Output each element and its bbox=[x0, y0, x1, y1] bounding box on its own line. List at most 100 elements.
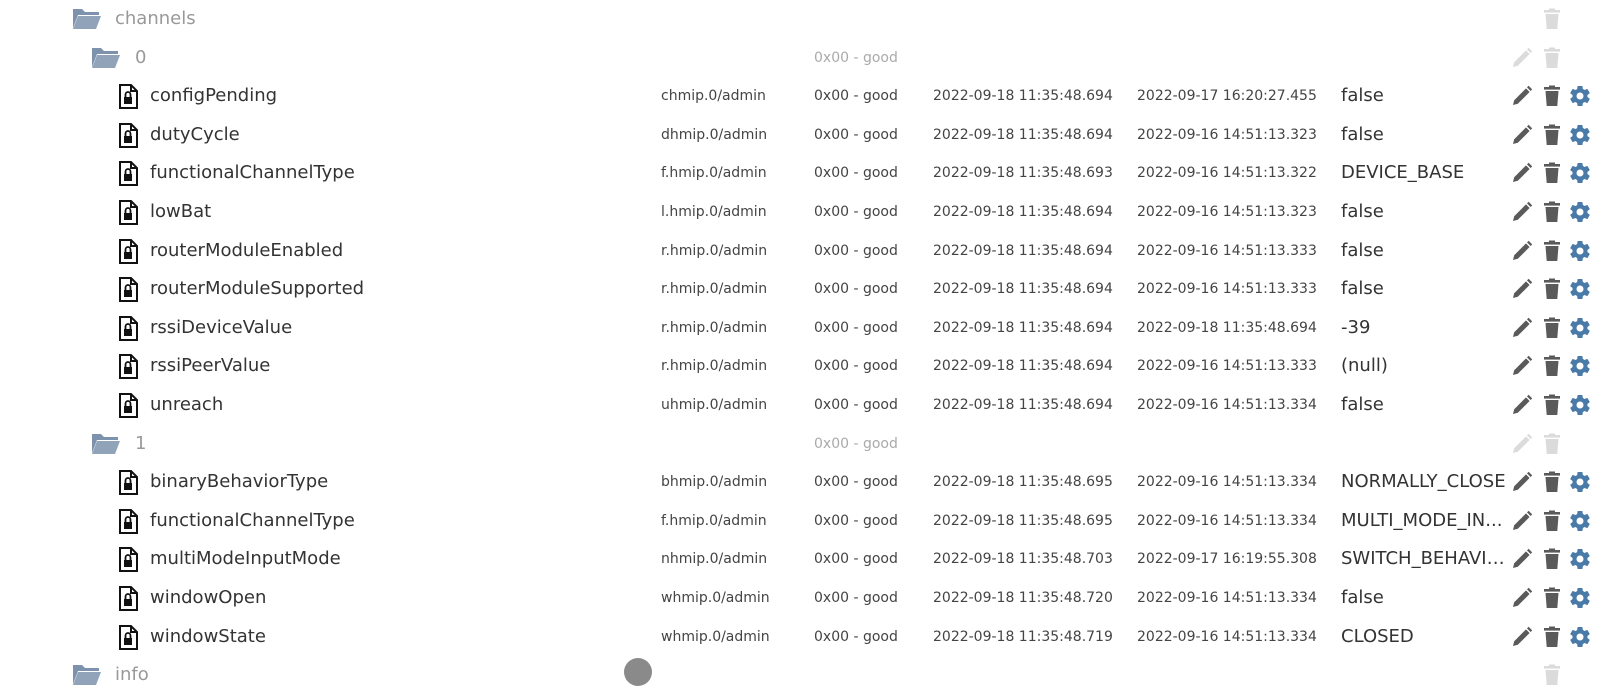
settings-gear-button[interactable] bbox=[1568, 239, 1592, 263]
state-row[interactable]: functionalChannelType f.hmip.0/admin 0x00 … bbox=[0, 154, 1612, 192]
settings-gear-button[interactable] bbox=[1568, 200, 1592, 224]
state-value[interactable]: CLOSED bbox=[1341, 618, 1509, 656]
state-row[interactable]: configPending chmip.0/admin 0x00 - good 202… bbox=[0, 77, 1612, 115]
edit-button[interactable] bbox=[1510, 200, 1534, 224]
scroll-indicator[interactable] bbox=[624, 658, 652, 686]
delete-button[interactable] bbox=[1540, 354, 1564, 378]
settings-gear-button[interactable] bbox=[1568, 354, 1592, 378]
settings-gear-button[interactable] bbox=[1568, 625, 1592, 649]
state-value[interactable]: false bbox=[1341, 386, 1509, 424]
settings-gear-button[interactable] bbox=[1568, 316, 1592, 340]
state-value[interactable]: -39 bbox=[1341, 309, 1509, 347]
folder-open-icon[interactable] bbox=[91, 45, 121, 69]
state-row[interactable]: routerModuleSupported r.hmip.0/admin 0x00 … bbox=[0, 270, 1612, 308]
folder-row[interactable]: channels bbox=[0, 0, 1612, 38]
delete-button[interactable] bbox=[1540, 547, 1564, 571]
quality-code: 0x00 - good bbox=[814, 590, 898, 606]
quality-code: 0x00 - good bbox=[814, 358, 898, 375]
delete-button[interactable] bbox=[1540, 123, 1564, 147]
delete-button[interactable] bbox=[1540, 393, 1564, 417]
delete-button[interactable] bbox=[1540, 84, 1564, 108]
state-value[interactable]: false bbox=[1341, 579, 1509, 617]
state-lock-file-icon bbox=[118, 122, 138, 148]
edit-button[interactable] bbox=[1510, 625, 1534, 649]
state-row[interactable]: multiModeInputMode nhmip.0/admin 0x00 - go… bbox=[0, 540, 1612, 578]
edit-button[interactable] bbox=[1510, 277, 1534, 301]
edit-button[interactable] bbox=[1510, 161, 1534, 185]
delete-button[interactable] bbox=[1540, 161, 1564, 185]
settings-gear-button[interactable] bbox=[1568, 161, 1592, 185]
delete-button[interactable] bbox=[1540, 46, 1564, 70]
last-change: 2022-09-16 14:51:13.333 bbox=[1137, 281, 1317, 298]
settings-gear-button[interactable] bbox=[1568, 123, 1592, 147]
settings-gear-button[interactable] bbox=[1568, 277, 1592, 301]
settings-gear-button[interactable] bbox=[1568, 84, 1592, 108]
state-row[interactable]: rssiPeerValue r.hmip.0/admin 0x00 - good 20… bbox=[0, 347, 1612, 385]
edit-button[interactable] bbox=[1510, 84, 1534, 108]
settings-gear-button[interactable] bbox=[1568, 470, 1592, 494]
folder-row[interactable]: 0 0x00 - good bbox=[0, 39, 1612, 77]
state-value[interactable]: false bbox=[1341, 193, 1509, 231]
quality-code: 0x00 - good bbox=[814, 551, 898, 568]
settings-gear-button[interactable] bbox=[1568, 393, 1592, 417]
folder-open-icon[interactable] bbox=[91, 431, 121, 455]
edit-button[interactable] bbox=[1510, 509, 1534, 533]
folder-icon[interactable] bbox=[72, 662, 102, 686]
quality-code: 0x00 - good bbox=[814, 204, 898, 220]
delete-button[interactable] bbox=[1540, 277, 1564, 301]
settings-gear-button[interactable] bbox=[1568, 509, 1592, 533]
settings-gear-button[interactable] bbox=[1568, 586, 1592, 610]
role-owner: whmip.0/admin bbox=[661, 628, 770, 645]
edit-button[interactable] bbox=[1510, 393, 1534, 417]
delete-button[interactable] bbox=[1540, 7, 1564, 31]
edit-button[interactable] bbox=[1510, 470, 1534, 494]
delete-button[interactable] bbox=[1540, 316, 1564, 340]
folder-open-icon[interactable] bbox=[72, 6, 102, 30]
delete-button[interactable] bbox=[1540, 586, 1564, 610]
quality-code: 0x00 - good bbox=[814, 49, 898, 66]
state-row[interactable]: unreach uhmip.0/admin 0x00 - good 2022-09-1… bbox=[0, 386, 1612, 424]
state-row[interactable]: binaryBehaviorType bhmip.0/admin 0x00 - go… bbox=[0, 463, 1612, 501]
delete-button[interactable] bbox=[1540, 432, 1564, 456]
delete-button[interactable] bbox=[1540, 625, 1564, 649]
state-row[interactable]: lowBat l.hmip.0/admin 0x00 - good 2022-09-1… bbox=[0, 193, 1612, 231]
state-row[interactable]: windowOpen whmip.0/admin 0x00 - good 2022-0… bbox=[0, 579, 1612, 617]
delete-button[interactable] bbox=[1540, 509, 1564, 533]
edit-button[interactable] bbox=[1510, 123, 1534, 147]
edit-button[interactable] bbox=[1510, 586, 1534, 610]
timestamp: 2022-09-18 11:35:48.694 bbox=[933, 319, 1113, 336]
folder-row[interactable]: info bbox=[0, 656, 1612, 694]
edit-button[interactable] bbox=[1510, 316, 1534, 340]
last-change: 2022-09-16 14:51:13.334 bbox=[1137, 590, 1317, 606]
state-value[interactable]: (null) bbox=[1341, 347, 1509, 385]
role-owner: bhmip.0/admin bbox=[661, 474, 768, 491]
state-row[interactable]: routerModuleEnabled r.hmip.0/admin 0x00 - … bbox=[0, 232, 1612, 270]
quality-code: 0x00 - good bbox=[814, 397, 898, 413]
state-value[interactable]: DEVICE_BASE bbox=[1341, 154, 1509, 192]
state-value[interactable]: MULTI_MODE_IN... bbox=[1341, 502, 1509, 540]
edit-button[interactable] bbox=[1510, 239, 1534, 263]
state-value[interactable]: false bbox=[1341, 77, 1509, 115]
settings-gear-button[interactable] bbox=[1568, 547, 1592, 571]
edit-button[interactable] bbox=[1510, 354, 1534, 378]
edit-button[interactable] bbox=[1510, 547, 1534, 571]
state-row[interactable]: dutyCycle dhmip.0/admin 0x00 - good 2022-09… bbox=[0, 116, 1612, 154]
state-lock-file-icon bbox=[118, 624, 138, 650]
state-value[interactable]: SWITCH_BEHAVIOR bbox=[1341, 540, 1509, 578]
timestamp: 2022-09-18 11:35:48.694 bbox=[933, 88, 1113, 105]
state-row[interactable]: windowState whmip.0/admin 0x00 - good 2022-… bbox=[0, 618, 1612, 656]
delete-button[interactable] bbox=[1540, 239, 1564, 263]
edit-button[interactable] bbox=[1510, 432, 1534, 456]
delete-button[interactable] bbox=[1540, 470, 1564, 494]
state-value[interactable]: NORMALLY_CLOSE bbox=[1341, 463, 1509, 501]
folder-row[interactable]: 1 0x00 - good bbox=[0, 425, 1612, 463]
state-row[interactable]: rssiDeviceValue r.hmip.0/admin 0x00 - good… bbox=[0, 309, 1612, 347]
state-value[interactable]: false bbox=[1341, 270, 1509, 308]
state-lock-file-icon bbox=[118, 393, 138, 418]
state-value[interactable]: false bbox=[1341, 116, 1509, 154]
role-owner: dhmip.0/admin bbox=[661, 126, 768, 143]
state-row[interactable]: functionalChannelType f.hmip.0/admin 0x00 … bbox=[0, 502, 1612, 540]
delete-button[interactable] bbox=[1540, 200, 1564, 224]
state-value[interactable]: false bbox=[1341, 232, 1509, 270]
edit-button[interactable] bbox=[1510, 46, 1534, 70]
